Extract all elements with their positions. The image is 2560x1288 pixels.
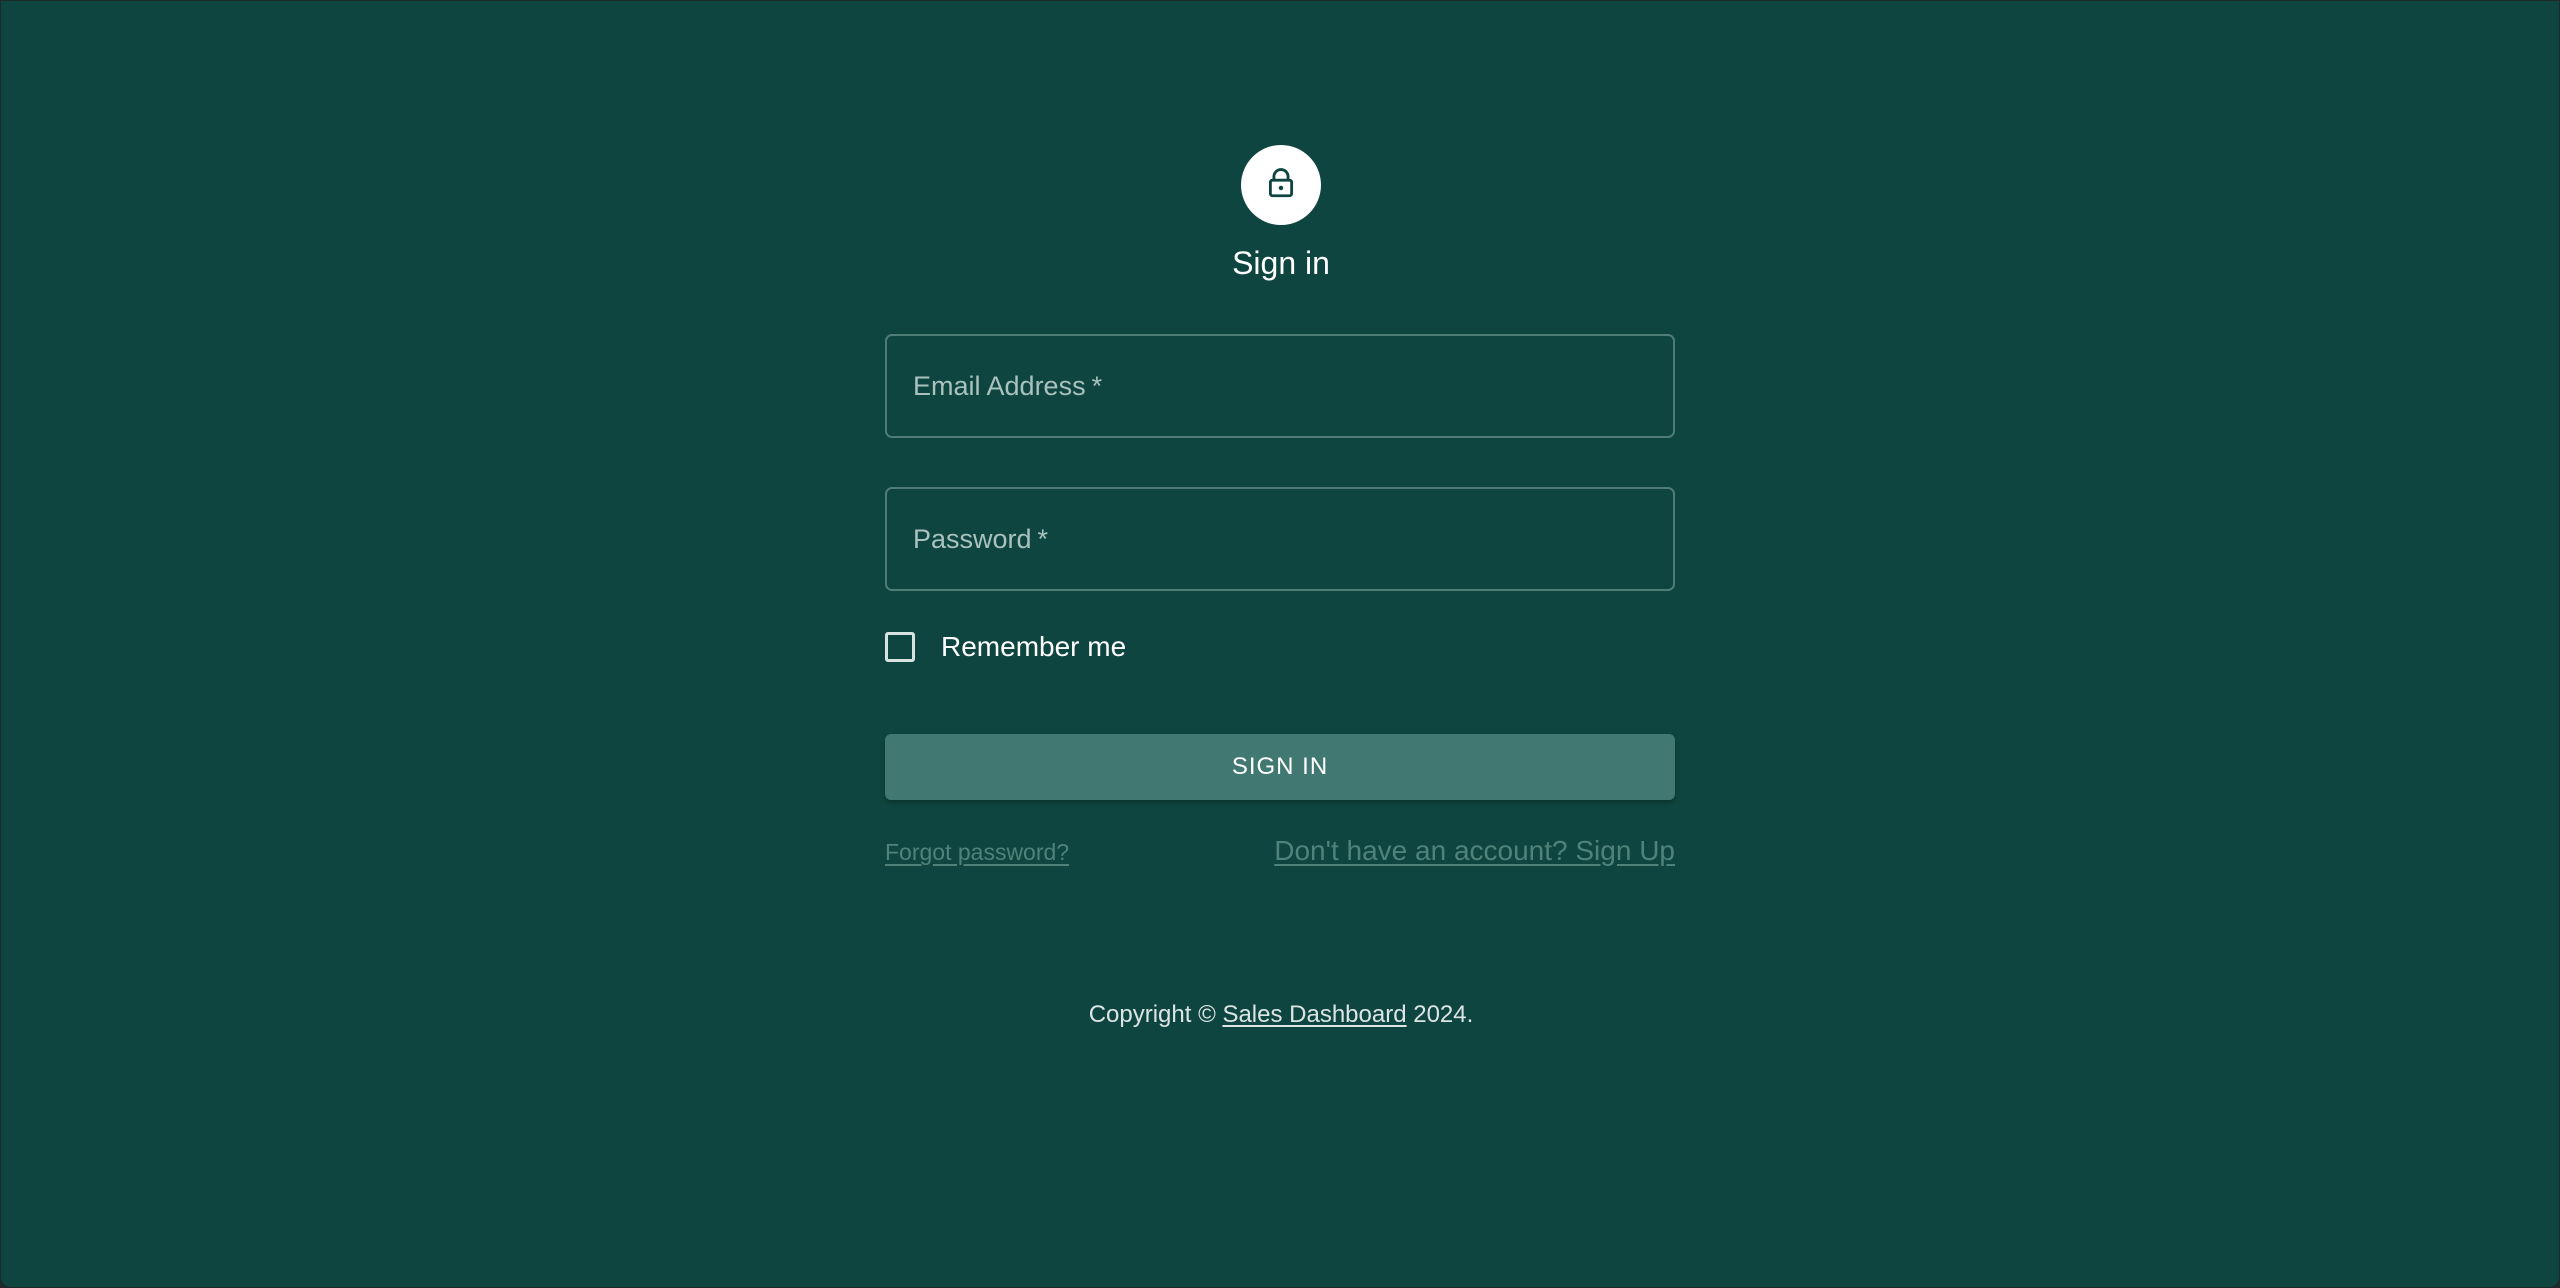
password-input[interactable] — [887, 489, 1673, 589]
password-field[interactable]: Password * — [885, 487, 1675, 591]
sales-dashboard-link[interactable]: Sales Dashboard — [1222, 1001, 1406, 1028]
email-input[interactable] — [887, 336, 1673, 436]
page-title: Sign in — [1232, 245, 1330, 281]
forgot-password-link[interactable]: Forgot password? — [885, 839, 1069, 866]
copyright-prefix: Copyright © — [1088, 1001, 1216, 1028]
remember-me[interactable]: Remember me — [885, 627, 1126, 667]
avatar — [1241, 145, 1321, 225]
sign-in-container: Sign in Email Address * Password * Remembe… — [885, 1, 1677, 1287]
footer-copyright: Copyright © Sales Dashboard 2024. — [885, 1001, 1677, 1029]
lock-icon — [1264, 166, 1298, 205]
sign-in-page: Sign in Email Address * Password * Remembe… — [1, 1, 2559, 1287]
remember-me-label[interactable]: Remember me — [941, 631, 1126, 663]
email-field[interactable]: Email Address * — [885, 334, 1675, 438]
sign-up-link[interactable]: Don't have an account? Sign Up — [1274, 835, 1675, 867]
remember-me-checkbox[interactable] — [885, 632, 915, 662]
sign-in-button[interactable]: SIGN IN — [885, 734, 1675, 800]
copyright-year: 2024. — [1413, 1001, 1474, 1028]
